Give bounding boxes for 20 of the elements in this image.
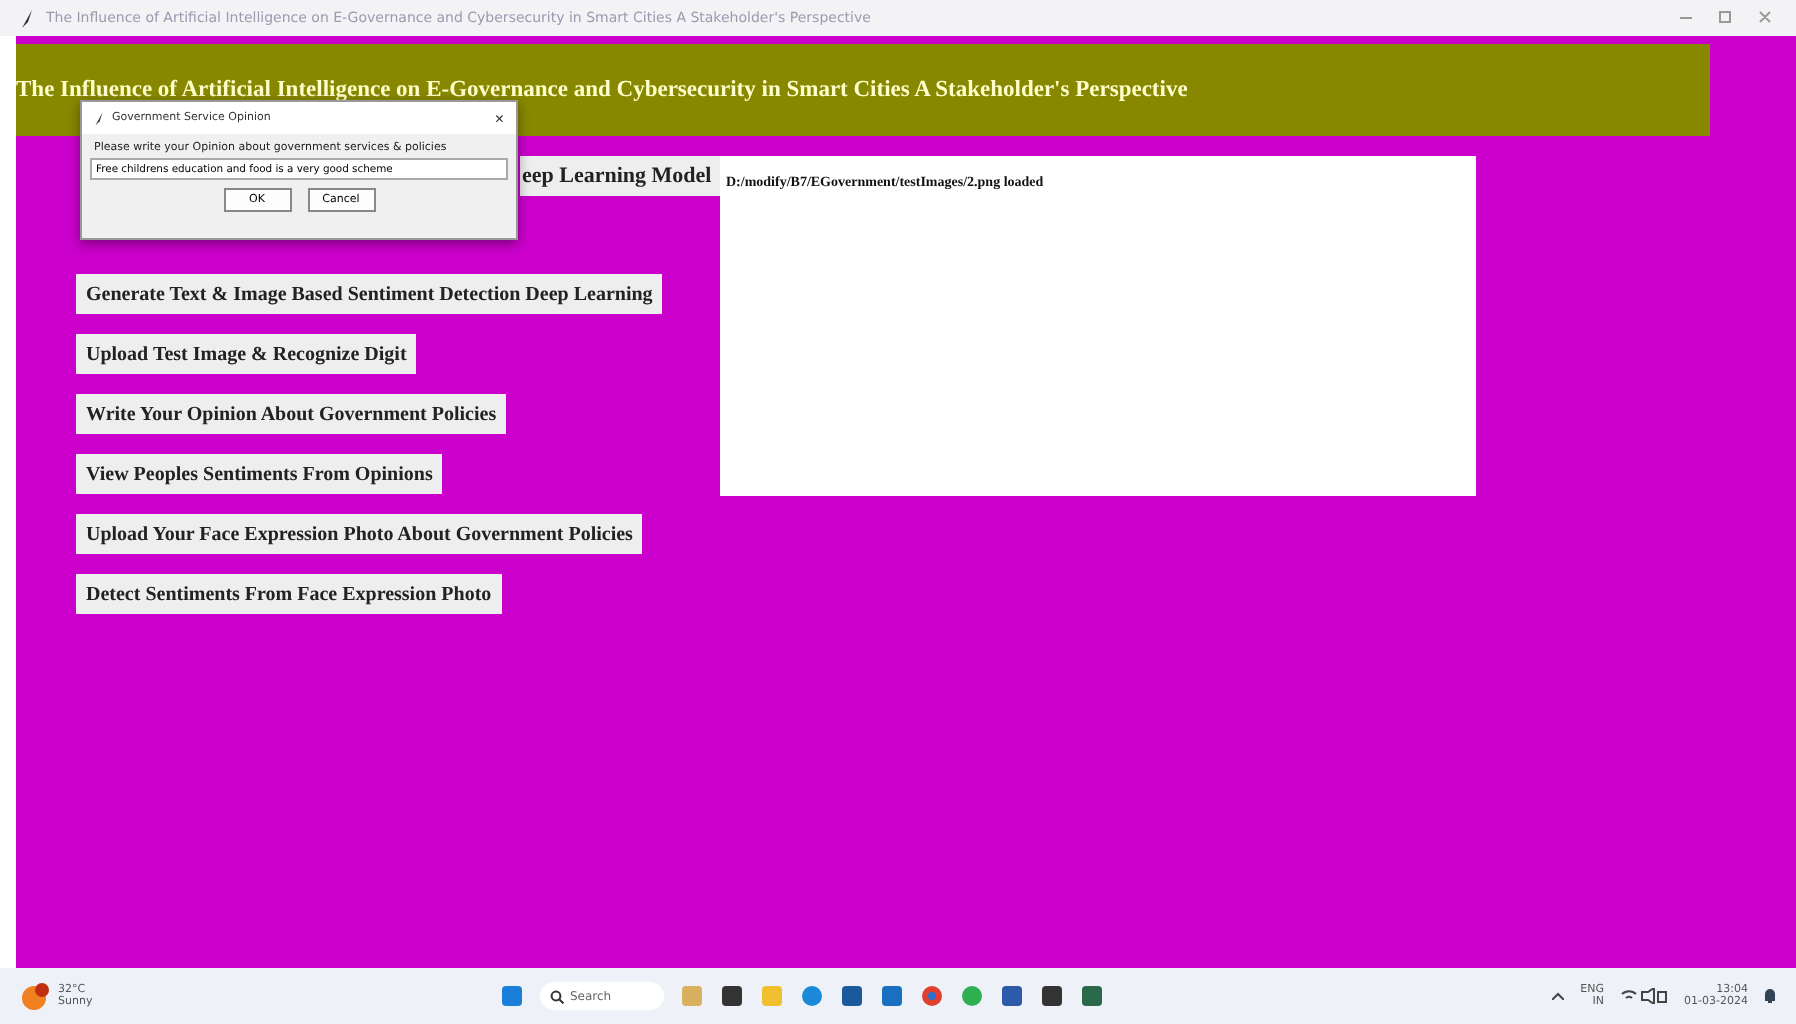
action-button[interactable]: Upload Your Face Expression Photo About Government Policies [76,514,643,554]
feather-icon [20,9,34,27]
action-button[interactable]: Detect Sentiments From Face Expression Photo [76,574,502,614]
close-button[interactable]: × [494,109,504,127]
browser-icon[interactable] [920,984,944,1008]
start-icon[interactable] [500,984,524,1008]
bell-icon[interactable] [1764,988,1776,1004]
task-view-icon[interactable] [720,984,744,1008]
chevron-icon[interactable] [1552,992,1565,1000]
window-controls-icon[interactable] [1676,10,1776,26]
weather-icon[interactable] [20,980,52,1012]
browser-icon[interactable] [800,984,824,1008]
action-button[interactable]: eep Learning Model [520,156,720,196]
action-button[interactable]: View Peoples Sentiments From Opinions [76,454,443,494]
search-icon [550,990,564,1004]
feather-icon [94,111,104,125]
action-button[interactable]: Generate Text & Image Based Sentiment Detection Deep Learning [76,274,663,314]
action-button[interactable]: Write Your Opinion About Government Policies [76,394,507,434]
network-icon[interactable] [1620,988,1669,1004]
action-button[interactable]: Upload Test Image & Recognize Digit [76,334,417,374]
